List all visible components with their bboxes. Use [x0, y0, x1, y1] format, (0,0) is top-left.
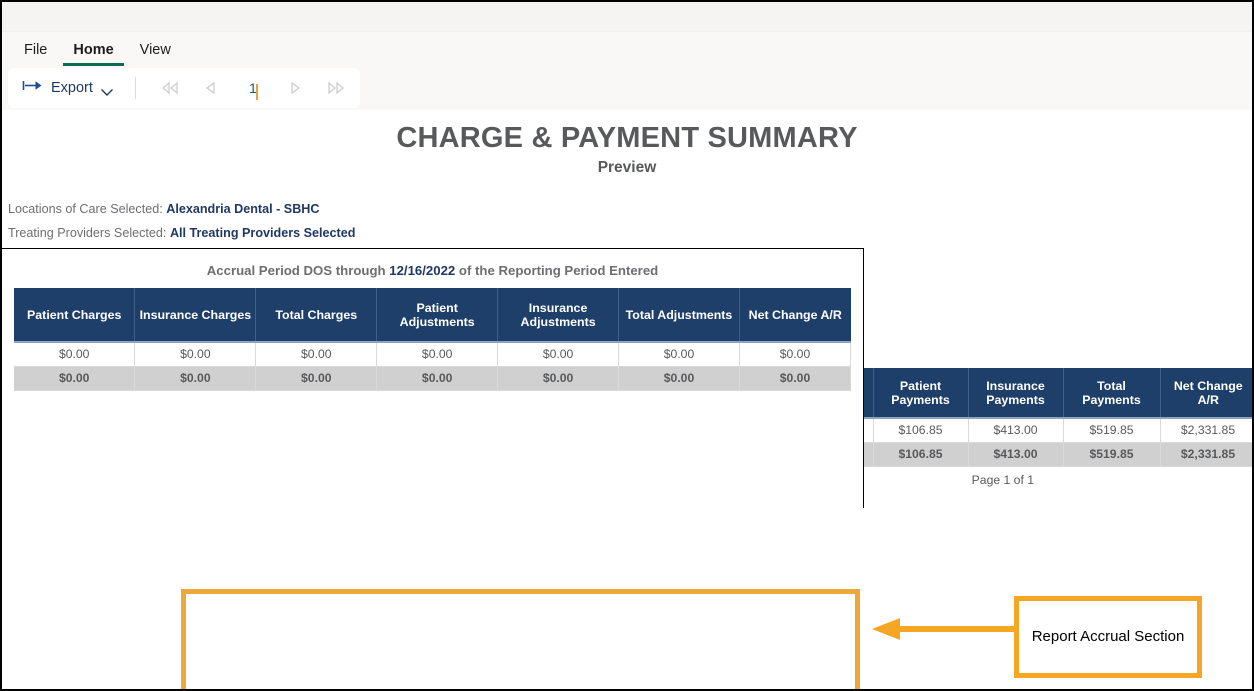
ribbon-tab-bar: File Home View — [2, 32, 1252, 66]
report-viewer-window: File Home View Export 1 CHARGE & PAYMENT… — [0, 0, 1254, 691]
accrual-col-total-charges: Total Charges — [255, 288, 378, 343]
tab-view[interactable]: View — [130, 40, 181, 67]
accrual-period-title: Accrual Period DOS through 12/16/2022 of… — [2, 249, 863, 278]
page-subtitle: Preview — [597, 159, 657, 176]
tab-file[interactable]: File — [14, 40, 57, 67]
col-total-payments: Total Payments — [1063, 368, 1161, 419]
export-label: Export — [51, 80, 93, 96]
annotation-callout: Report Accrual Section — [1014, 596, 1202, 678]
col-insurance-payments: Insurance Payments — [968, 368, 1064, 419]
accrual-table-row: $0.00 $0.00 $0.00 $0.00 $0.00 $0.00 $0.0… — [14, 342, 852, 367]
chevron-down-icon[interactable] — [100, 84, 113, 96]
window-titlebar — [2, 2, 1252, 32]
cell-total-insurance-payments: $413.00 — [968, 442, 1064, 467]
report-page-2: Accrual Period DOS through 12/16/2022 of… — [2, 248, 864, 508]
criteria-row: Treating Providers Selected: All Treatin… — [8, 221, 1252, 245]
tab-home[interactable]: Home — [63, 40, 124, 66]
accrual-total-patient-charges: $0.00 — [14, 366, 136, 391]
accrual-cell-net-change-ar: $0.00 — [739, 342, 852, 367]
accrual-header-row: Patient Charges Insurance Charges Total … — [14, 288, 851, 343]
cell-total-net-change-ar: $2,331.85 — [1160, 442, 1252, 467]
toolbar-group: Export 1 — [8, 68, 360, 108]
accrual-cell-insurance-charges: $0.00 — [134, 342, 257, 367]
accrual-col-patient-adjustments: Patient Adjustments — [376, 288, 499, 343]
accrual-table-wrapper: Patient Charges Insurance Charges Total … — [2, 278, 863, 391]
page-number-input[interactable]: 1 — [230, 80, 276, 100]
criteria-label: Treating Providers Selected: — [8, 226, 167, 240]
cell-total-payments: $519.85 — [1063, 418, 1161, 443]
criteria-row: Locations of Care Selected: Alexandria D… — [8, 197, 1252, 221]
accrual-col-net-change-ar: Net Change A/R — [739, 288, 851, 343]
accrual-total-patient-adjustments: $0.00 — [376, 366, 499, 391]
accrual-cell-insurance-adjustments: $0.00 — [497, 342, 620, 367]
text-cursor — [255, 84, 258, 100]
accrual-date: 12/16/2022 — [389, 263, 456, 278]
criteria-value: Alexandria Dental - SBHC — [166, 202, 320, 216]
page-navigation: 1 — [150, 74, 356, 102]
accrual-title-suffix: of the Reporting Period Entered — [458, 263, 659, 278]
col-net-change-ar: Net Change A/R — [1160, 368, 1252, 419]
annotation-callout-text: Report Accrual Section — [1031, 628, 1185, 646]
accrual-cell-total-adjustments: $0.00 — [618, 342, 740, 367]
left-arrow-annotation-icon — [870, 615, 1020, 650]
accrual-total-insurance-charges: $0.00 — [134, 366, 257, 391]
criteria-label: Locations of Care Selected: — [8, 202, 163, 216]
accrual-col-insurance-charges: Insurance Charges — [134, 288, 257, 343]
accrual-col-patient-charges: Patient Charges — [14, 288, 136, 343]
accrual-col-insurance-adjustments: Insurance Adjustments — [497, 288, 620, 343]
accrual-title-prefix: Accrual Period DOS through — [206, 263, 386, 278]
accrual-cell-patient-adjustments: $0.00 — [376, 342, 499, 367]
previous-page-icon[interactable] — [190, 74, 230, 102]
export-button[interactable]: Export — [12, 73, 125, 103]
last-page-icon[interactable] — [316, 74, 356, 102]
cell-insurance-payments: $413.00 — [968, 418, 1064, 443]
accrual-cell-patient-charges: $0.00 — [14, 342, 136, 367]
accrual-cell-total-charges: $0.00 — [255, 342, 378, 367]
first-page-icon[interactable] — [150, 74, 190, 102]
export-arrow-icon — [22, 79, 44, 97]
accrual-total-total-adjustments: $0.00 — [618, 366, 740, 391]
cell-net-change-ar: $2,331.85 — [1160, 418, 1252, 443]
cell-patient-payments: $106.85 — [873, 418, 969, 443]
page-title: CHARGE & PAYMENT SUMMARY — [396, 122, 858, 154]
report-canvas: CHARGE & PAYMENT SUMMARY Preview Locatio… — [2, 110, 1252, 689]
accrual-total-total-charges: $0.00 — [255, 366, 378, 391]
report-toolbar: Export 1 — [2, 66, 1252, 110]
accrual-total-net-change-ar: $0.00 — [739, 366, 852, 391]
cell-total-patient-payments: $106.85 — [873, 442, 969, 467]
criteria-value: All Treating Providers Selected — [169, 226, 356, 240]
col-patient-payments: Patient Payments — [873, 368, 969, 419]
accrual-total-insurance-adjustments: $0.00 — [497, 366, 620, 391]
accrual-col-total-adjustments: Total Adjustments — [618, 288, 740, 343]
accrual-total-row: $0.00 $0.00 $0.00 $0.00 $0.00 $0.00 $0.0… — [14, 366, 852, 391]
toolbar-separator — [134, 77, 136, 99]
cell-total-total-payments: $519.85 — [1063, 442, 1161, 467]
next-page-icon[interactable] — [276, 74, 316, 102]
accrual-summary-table: Patient Charges Insurance Charges Total … — [14, 288, 852, 391]
page-indicator: Page 1 of 1 — [971, 472, 1034, 487]
accrual-section-highlight — [181, 589, 860, 689]
